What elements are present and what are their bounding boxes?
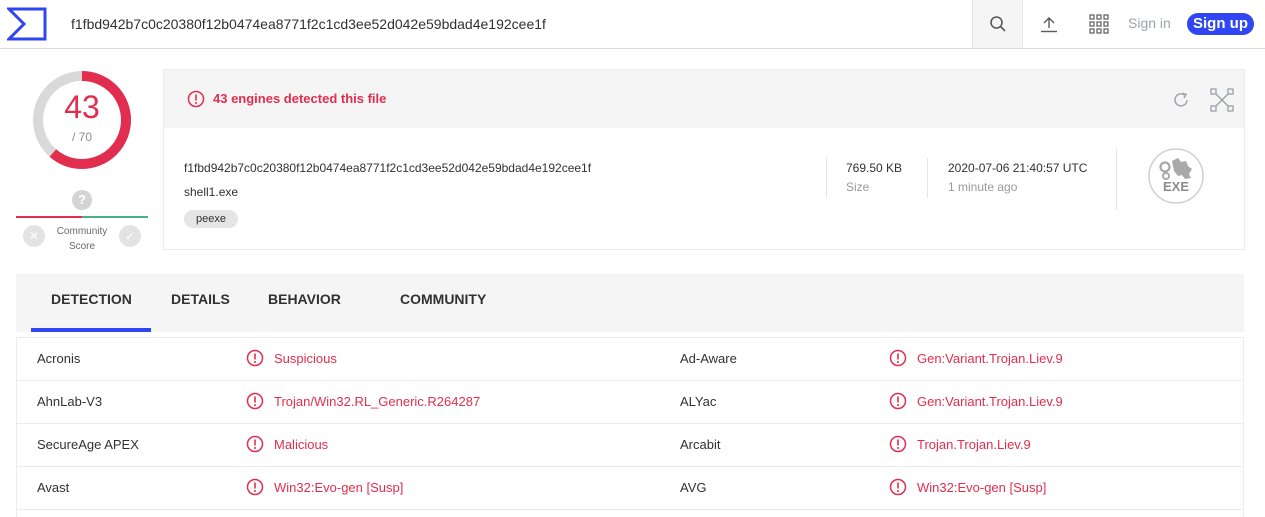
analysis-relative-time: 1 minute ago (948, 180, 1018, 194)
analysis-date: 2020-07-06 21:40:57 UTC (948, 161, 1088, 175)
tab-details[interactable]: DETAILS (171, 291, 230, 307)
detection-count: 43 (64, 89, 100, 125)
detection-result: Malicious (274, 437, 329, 452)
alert-icon (246, 435, 264, 453)
detection-result: Suspicious (274, 351, 337, 366)
tab-detection[interactable]: DETECTION (51, 291, 132, 307)
alert-icon (889, 435, 907, 453)
alert-icon (187, 90, 205, 108)
alert-icon (889, 349, 907, 367)
upload-button[interactable] (1038, 13, 1060, 35)
active-tab-indicator (31, 328, 151, 332)
engine-name: SecureAge APEX (37, 437, 139, 452)
table-row: SecureAge APEX Malicious Arcabit Trojan.Tro… (17, 424, 1243, 467)
engine-name: Ad-Aware (680, 351, 737, 366)
engine-name: Avast (37, 480, 70, 495)
engine-name: AhnLab-V3 (37, 394, 103, 409)
detection-result: Gen:Variant.Trojan.Liev.9 (917, 351, 1063, 366)
file-name: shell1.exe (184, 185, 239, 199)
alert-icon (889, 478, 907, 496)
detection-result: Trojan.Trojan.Liev.9 (917, 437, 1031, 452)
detection-alert-text: 43 engines detected this file (213, 91, 387, 106)
exe-file-type-icon: EXE (1148, 148, 1204, 204)
community-bar-positive (82, 216, 148, 218)
file-size-value: 769.50 KB (846, 161, 903, 175)
alert-icon (889, 392, 907, 410)
upload-icon (1041, 17, 1057, 33)
engine-name: ALYac (680, 394, 717, 409)
search-input[interactable] (71, 14, 951, 34)
vote-harmless-button[interactable]: ✓ (119, 225, 141, 247)
file-info-card: 43 engines detected this file f1fbd942b7… (163, 69, 1245, 250)
divider (826, 158, 827, 198)
divider (927, 158, 928, 198)
vote-harmful-button[interactable]: ✕ (23, 225, 45, 247)
reanalyze-icon[interactable] (1171, 90, 1191, 110)
report-tabs: DETECTION DETAILS BEHAVIOR COMMUNITY (16, 274, 1244, 332)
alert-icon (246, 392, 264, 410)
file-size-label: Size (846, 180, 870, 194)
virustotal-logo[interactable] (7, 7, 47, 41)
detection-result: Gen:Variant.Trojan.Liev.9 (917, 394, 1063, 409)
engine-total: / 70 (71, 130, 92, 144)
close-icon: ✕ (28, 229, 40, 243)
engine-name: AVG (680, 480, 707, 495)
alert-icon (246, 478, 264, 496)
grid-icon (1089, 14, 1109, 34)
file-hash[interactable]: f1fbd942b7c0c20380f12b0474ea8771f2c1cd3e… (184, 161, 591, 175)
tab-community[interactable]: COMMUNITY (400, 291, 486, 307)
detection-table: Acronis Suspicious Ad-Aware Gen:Variant.Tro… (16, 337, 1244, 517)
check-icon: ✓ (124, 229, 136, 243)
detection-result: Win32:Evo-gen [Susp] (274, 480, 404, 495)
similar-files-icon[interactable] (1210, 88, 1234, 112)
sign-in-link[interactable]: Sign in (1128, 15, 1171, 31)
community-score-label: Community Score (56, 226, 108, 252)
detection-result: Trojan/Win32.RL_Generic.R264287 (274, 394, 481, 409)
community-bar-negative (16, 216, 82, 218)
apps-button[interactable] (1088, 13, 1110, 35)
engine-name: Arcabit (680, 437, 721, 452)
tab-behavior[interactable]: BEHAVIOR (268, 291, 341, 307)
file-tag[interactable]: peexe (184, 210, 238, 228)
detection-result: Win32:Evo-gen [Susp] (917, 480, 1047, 495)
table-row: Acronis Suspicious Ad-Aware Gen:Variant.Tro… (17, 338, 1243, 381)
divider (1116, 148, 1117, 210)
community-score: ? ✕ Community Score ✓ (16, 190, 148, 256)
engine-name: Acronis (37, 351, 81, 366)
detection-alert-bar: 43 engines detected this file (164, 70, 1244, 128)
question-icon[interactable]: ? (72, 190, 92, 210)
top-bar: Sign in Sign up (0, 0, 1265, 49)
search-icon (989, 16, 1006, 32)
table-row: AhnLab-V3 Trojan/Win32.RL_Generic.R264287… (17, 381, 1243, 424)
alert-icon (246, 349, 264, 367)
sign-up-button[interactable]: Sign up (1187, 13, 1254, 35)
exe-label: EXE (1163, 179, 1189, 194)
table-row: Avast Win32:Evo-gen [Susp] AVG Win32:Evo-ge… (17, 467, 1243, 510)
search-button[interactable] (972, 0, 1023, 48)
